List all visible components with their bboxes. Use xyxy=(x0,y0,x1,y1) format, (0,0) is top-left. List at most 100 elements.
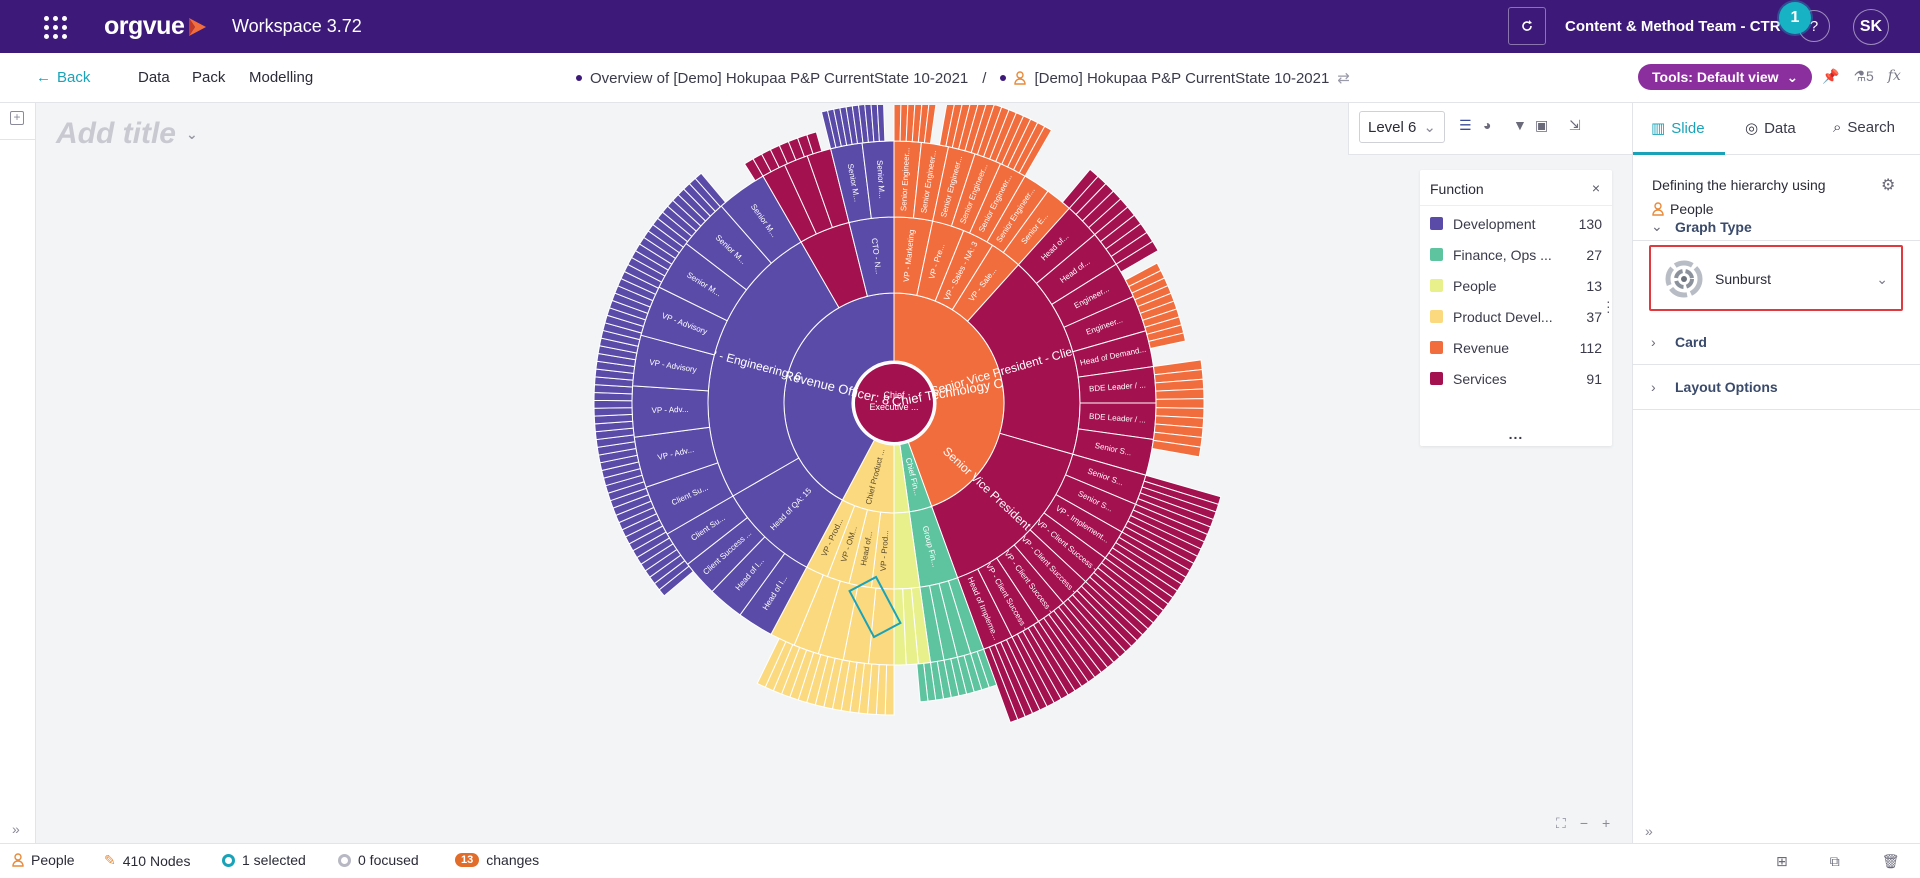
tab-data[interactable]: ◎ Data xyxy=(1745,119,1796,138)
chart-icon: ▥ xyxy=(1651,120,1666,137)
gear-icon[interactable]: ⚙ xyxy=(1881,175,1895,195)
breadcrumb-separator: / xyxy=(982,69,987,87)
legend-more-button[interactable]: ... xyxy=(1420,426,1612,442)
legend-item-count: 91 xyxy=(1586,370,1602,387)
legend-item[interactable]: Product Devel... 37 xyxy=(1420,301,1612,332)
chevron-down-icon: ⌄ xyxy=(1786,68,1799,85)
orgvue-logo[interactable]: orgvue xyxy=(104,12,208,41)
breadcrumb: Overview of [Demo] Hokupaa P&P CurrentSt… xyxy=(576,69,1350,87)
sunburst-leaf[interactable] xyxy=(593,407,633,417)
data-menu[interactable]: Data xyxy=(138,69,170,86)
legend-item-label: Finance, Ops ... xyxy=(1453,246,1552,263)
tools-dropdown[interactable]: Tools: Default view ⌄ xyxy=(1638,64,1813,90)
legend-item[interactable]: Development 130 xyxy=(1420,208,1612,239)
sunburst-leaf[interactable] xyxy=(593,399,633,409)
flask-icon[interactable]: ⚗5 xyxy=(1853,68,1873,85)
title-input[interactable]: Add title ⌄ xyxy=(56,117,198,151)
graph-type-select[interactable]: Sunburst ⌄ xyxy=(1665,260,1888,298)
legend-item[interactable]: People 13 xyxy=(1420,270,1612,301)
legend-item-label: Revenue xyxy=(1453,339,1510,356)
pin-icon[interactable]: 📌 xyxy=(1822,68,1839,85)
sunburst-chart[interactable]: ChiefExecutive ...Chief Technology Offic… xyxy=(526,105,1286,840)
trash-icon[interactable]: 🗑 xyxy=(1882,853,1900,870)
legend-item-label: Development xyxy=(1453,215,1536,232)
close-icon[interactable]: × xyxy=(1592,180,1600,196)
status-tool-icons: ⊞ ⧉ 🗑 xyxy=(1776,853,1900,870)
canvas-toolbar: Level 6 ⌄ ☰ ◕ ▼ ▣ ⇲ xyxy=(1348,103,1632,155)
add-node-icon[interactable]: ⊞ xyxy=(1776,853,1788,870)
card-section[interactable]: › Card xyxy=(1633,320,1920,365)
user-avatar[interactable]: SK xyxy=(1853,9,1889,45)
selected-ring-icon xyxy=(222,853,235,867)
status-changes-label: changes xyxy=(486,852,540,868)
legend-item[interactable]: Services 91 xyxy=(1420,363,1612,394)
fit-screen-icon[interactable]: ⛶ xyxy=(1556,815,1566,832)
tab-search[interactable]: ⌕ Search xyxy=(1833,119,1895,136)
legend-panel: Function × Development 130 Finance, Ops ..… xyxy=(1420,170,1612,446)
sunburst-leaf[interactable] xyxy=(1155,388,1205,400)
drag-handle-icon[interactable]: · · · xyxy=(1606,294,1611,318)
graph-type-highlight: Sunburst ⌄ xyxy=(1649,245,1903,311)
filter-icon[interactable]: ▼ xyxy=(1513,117,1527,133)
add-slide-icon[interactable]: + xyxy=(10,111,24,125)
status-changes[interactable]: 13 changes xyxy=(455,852,539,868)
status-nodes-label: 410 Nodes xyxy=(122,852,191,869)
nav-bar: ← Back Data Pack Modelling Overview of [… xyxy=(0,53,1920,103)
team-selector[interactable]: Content & Method Team - CTR xyxy=(1565,18,1781,35)
swap-icon[interactable]: ⇄ xyxy=(1337,69,1350,87)
legend-item[interactable]: Revenue 112 xyxy=(1420,332,1612,363)
formula-icon[interactable]: fx xyxy=(1888,68,1901,85)
level-select[interactable]: Level 6 ⌄ xyxy=(1359,111,1445,143)
pack-menu[interactable]: Pack xyxy=(192,69,225,86)
canvas: Add title ⌄ Chief Executive ... Chief Tech… xyxy=(36,103,1632,843)
layout-options-section[interactable]: › Layout Options xyxy=(1633,365,1920,410)
legend-header: Function × xyxy=(1420,170,1612,206)
list-icon[interactable]: ☰ xyxy=(1459,117,1472,134)
focused-ring-icon xyxy=(338,853,351,867)
chevron-down-icon[interactable]: ⌄ xyxy=(186,126,198,143)
legend-swatch xyxy=(1430,372,1443,385)
tab-slide[interactable]: ▥ Slide xyxy=(1651,119,1705,138)
graph-type-section[interactable]: ⌄ Graph Type xyxy=(1633,213,1920,241)
back-label: Back xyxy=(57,69,91,86)
legend-swatch xyxy=(1430,279,1443,292)
sunburst-leaf[interactable] xyxy=(1155,398,1205,409)
cards-icon[interactable]: ▣ xyxy=(1535,117,1548,134)
apps-grid-icon[interactable] xyxy=(44,16,68,40)
modelling-menu[interactable]: Modelling xyxy=(249,69,313,86)
level-value: Level 6 xyxy=(1368,118,1417,136)
zoom-out-icon[interactable]: − xyxy=(1580,815,1588,832)
legend-item[interactable]: Finance, Ops ... 27 xyxy=(1420,239,1612,270)
status-focused[interactable]: 0 focused xyxy=(338,852,419,868)
sunburst-label: VP - Adv... xyxy=(651,405,688,415)
legend-item-count: 27 xyxy=(1586,246,1602,263)
legend-item-count: 112 xyxy=(1579,339,1602,356)
duplicate-icon[interactable]: ⧉ xyxy=(1830,853,1840,870)
sync-button[interactable] xyxy=(1508,7,1546,45)
flask-count: 5 xyxy=(1866,68,1874,84)
status-people-label: People xyxy=(31,852,75,868)
legend-item-label: People xyxy=(1453,277,1497,294)
legend-swatch xyxy=(1430,217,1443,230)
breadcrumb-dataset[interactable]: [Demo] Hokupaa P&P CurrentState 10-2021 xyxy=(1034,70,1329,87)
zoom-controls: ⛶ − + xyxy=(1556,815,1610,832)
status-bar: People ✎ 410 Nodes 1 selected 0 focused … xyxy=(0,843,1920,878)
legend-swatch xyxy=(1430,310,1443,323)
collapse-panel-icon[interactable]: » xyxy=(1645,823,1653,839)
person-icon xyxy=(1014,71,1027,85)
zoom-in-icon[interactable]: + xyxy=(1602,815,1610,832)
graph-type-label: Graph Type xyxy=(1675,218,1752,235)
palette-icon[interactable]: ◕ xyxy=(1483,117,1491,133)
card-label: Card xyxy=(1675,334,1707,350)
active-tab-indicator xyxy=(1633,152,1725,155)
back-button[interactable]: ← Back xyxy=(36,69,90,86)
status-selected[interactable]: 1 selected xyxy=(222,852,306,868)
export-icon[interactable]: ⇲ xyxy=(1569,117,1581,134)
breadcrumb-overview[interactable]: Overview of [Demo] Hokupaa P&P CurrentSt… xyxy=(590,70,968,87)
expand-left-icon[interactable]: » xyxy=(12,821,20,837)
person-icon xyxy=(12,853,24,867)
legend-title: Function xyxy=(1430,181,1484,197)
legend-item-label: Product Devel... xyxy=(1453,308,1553,325)
status-nodes[interactable]: ✎ 410 Nodes xyxy=(104,852,190,869)
status-people[interactable]: People xyxy=(12,852,75,868)
